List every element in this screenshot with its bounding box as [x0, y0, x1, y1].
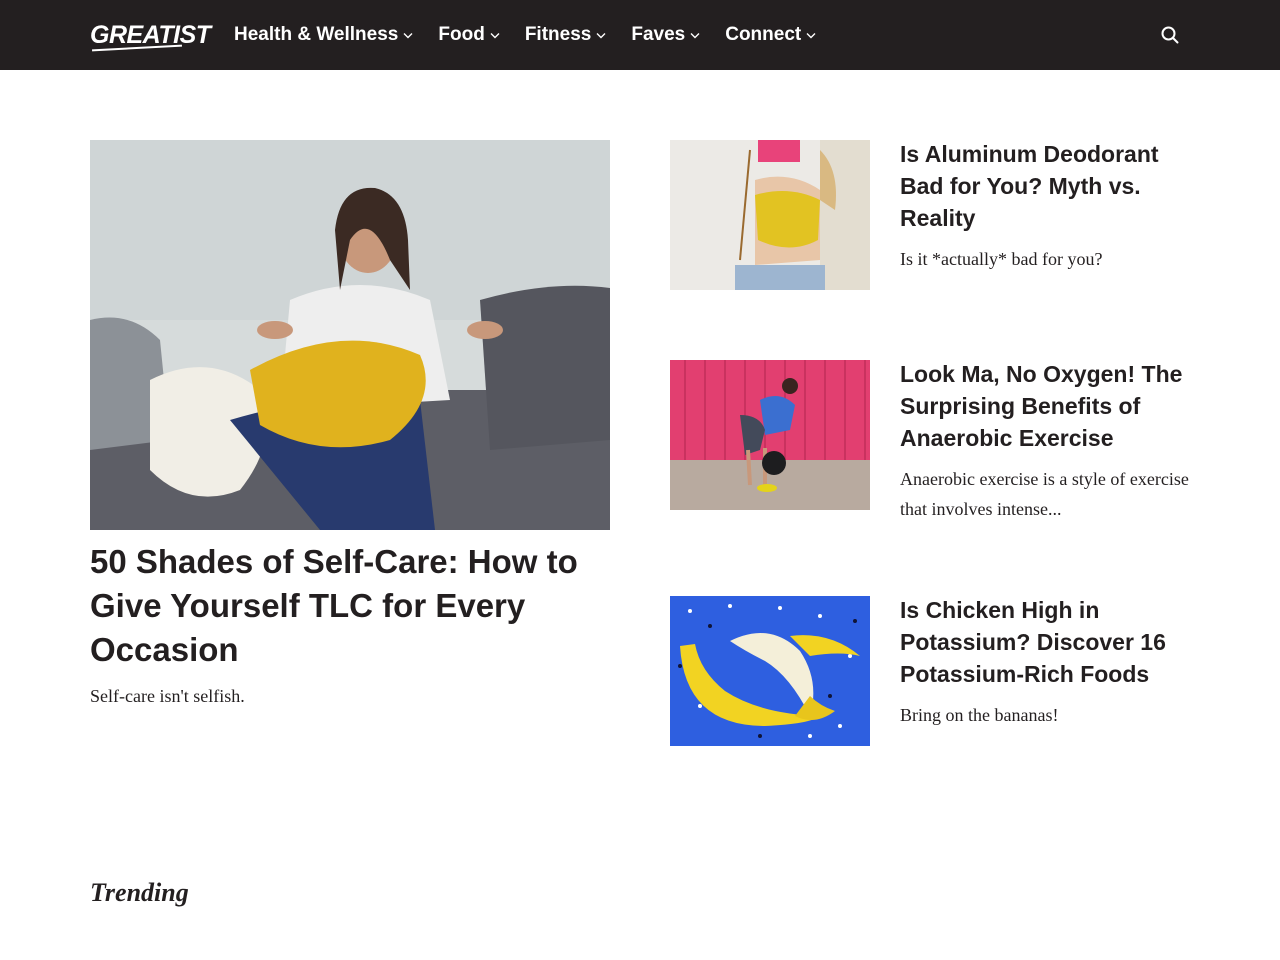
chevron-down-icon — [689, 29, 701, 41]
nav-item-label: Fitness — [524, 24, 592, 45]
article-card-image[interactable] — [670, 596, 870, 746]
main-nav: Health & Wellness Food Fitness Faves Con… — [234, 0, 841, 70]
nav-item-label: Connect — [725, 24, 802, 45]
nav-item-fitness[interactable]: Fitness — [525, 24, 608, 46]
article-card-title[interactable]: Is Chicken High in Potassium? Discover 1… — [900, 594, 1200, 690]
feature-article-dek: Self-care isn't selfish. — [90, 686, 245, 706]
top-navigation-bar: GREATIST Health & Wellness Food Fitness … — [0, 0, 1280, 70]
search-icon[interactable] — [1159, 24, 1181, 46]
article-card-dek: Is it *actually* bad for you? — [900, 249, 1103, 269]
nav-item-health-wellness[interactable]: Health & Wellness — [234, 24, 414, 46]
article-card-image[interactable] — [670, 140, 870, 290]
nav-item-label: Health & Wellness — [234, 24, 399, 45]
article-card-image[interactable] — [670, 360, 870, 510]
chevron-down-icon — [805, 29, 817, 41]
article-card-title[interactable]: Look Ma, No Oxygen! The Surprising Benef… — [900, 358, 1200, 454]
feature-article-title[interactable]: 50 Shades of Self-Care: How to Give Your… — [90, 540, 610, 672]
chevron-down-icon — [595, 29, 607, 41]
feature-article-image[interactable] — [90, 140, 610, 530]
chevron-down-icon — [489, 29, 501, 41]
nav-item-faves[interactable]: Faves — [631, 24, 701, 46]
article-card-dek: Bring on the bananas! — [900, 705, 1059, 725]
nav-item-connect[interactable]: Connect — [725, 24, 817, 46]
article-card-title[interactable]: Is Aluminum Deodorant Bad for You? Myth … — [900, 138, 1200, 234]
greatist-logo[interactable]: GREATIST — [90, 20, 211, 52]
chevron-down-icon — [402, 29, 414, 41]
nav-item-label: Faves — [631, 24, 686, 45]
logo-text: GREATIST — [90, 21, 211, 49]
trending-heading: Trending — [90, 878, 189, 907]
nav-item-food[interactable]: Food — [438, 24, 500, 46]
article-card-dek: Anaerobic exercise is a style of exercis… — [900, 469, 1189, 519]
nav-item-label: Food — [438, 24, 485, 45]
